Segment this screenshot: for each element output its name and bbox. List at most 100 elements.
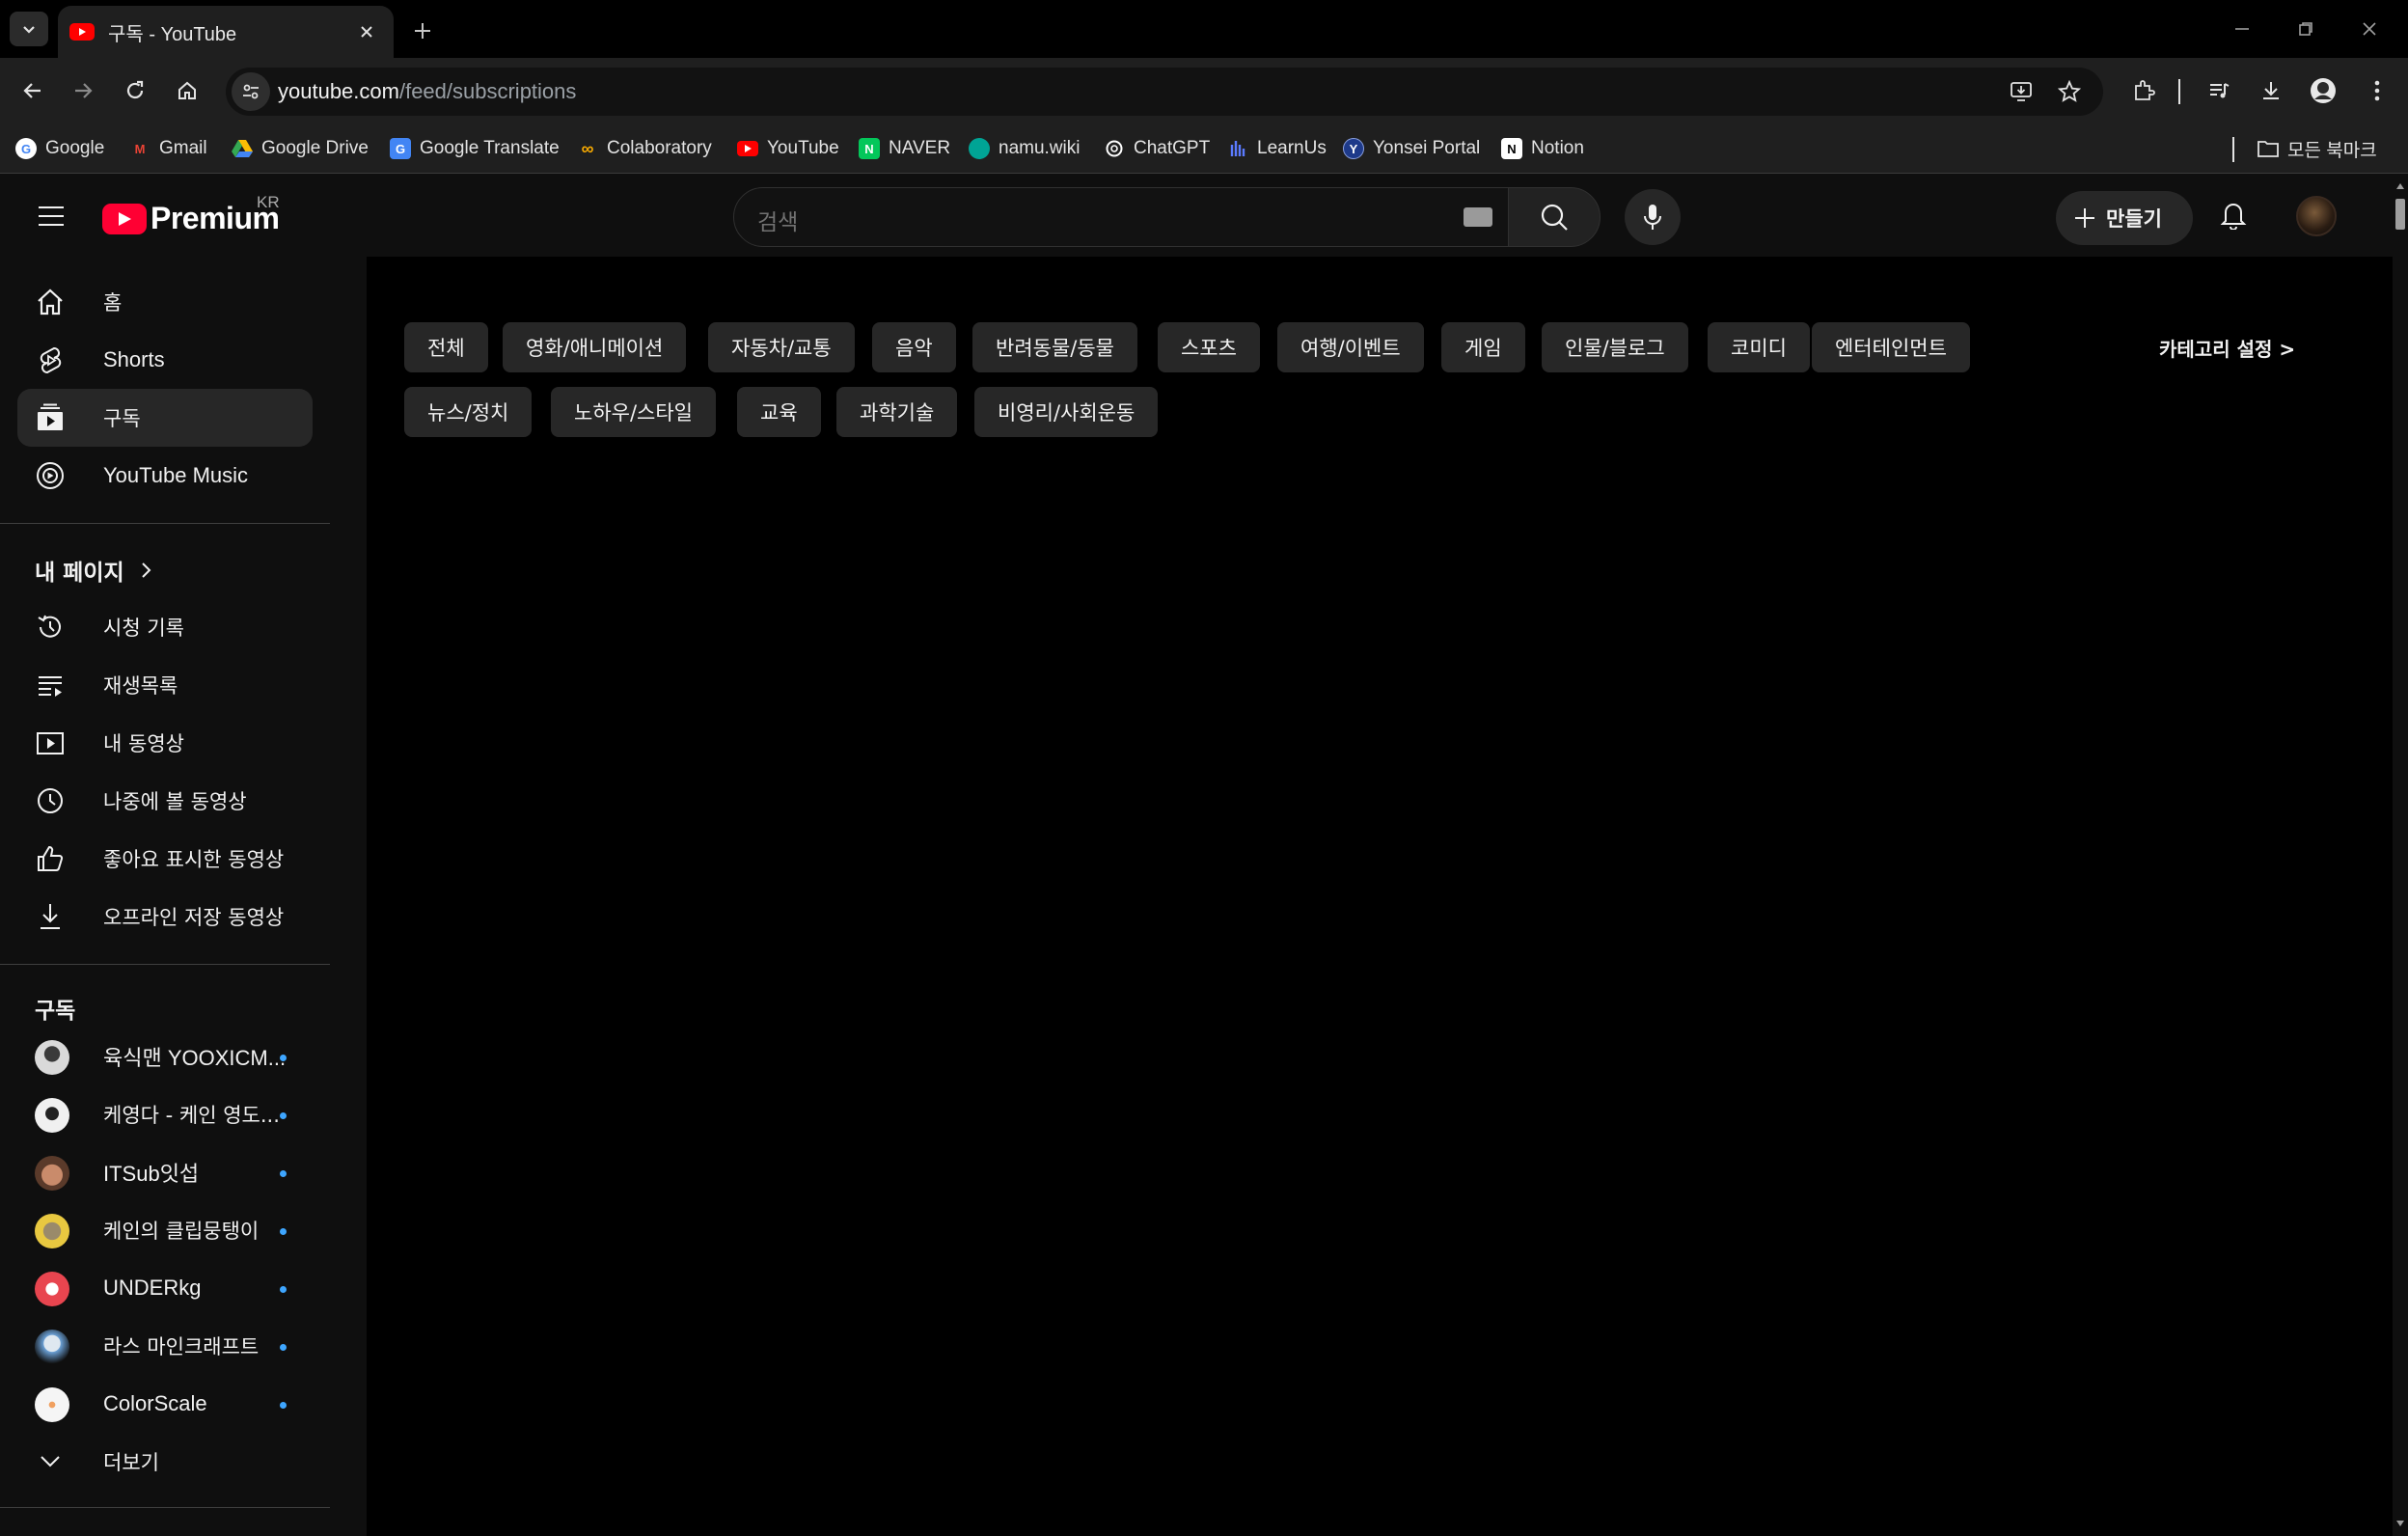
- new-content-dot: [280, 1055, 287, 1061]
- category-chip[interactable]: 여행/이벤트: [1277, 322, 1424, 372]
- sidebar-item-playlists[interactable]: 재생목록: [17, 656, 313, 714]
- bookmark-star-icon[interactable]: [2055, 77, 2084, 106]
- install-app-icon[interactable]: [2007, 77, 2036, 106]
- microphone-icon: [1644, 205, 1661, 230]
- home-icon[interactable]: [168, 71, 206, 110]
- search-button[interactable]: [1508, 187, 1601, 247]
- history-icon: [35, 613, 66, 642]
- media-control-icon[interactable]: [2200, 71, 2238, 110]
- sidebar-item-shorts[interactable]: Shorts: [17, 331, 313, 389]
- address-bar[interactable]: youtube.com/feed/subscriptions: [226, 68, 2103, 116]
- subscription-channel[interactable]: 케인의 클립뭉탱이: [17, 1201, 313, 1259]
- account-avatar[interactable]: [2296, 196, 2337, 236]
- category-chip[interactable]: 영화/애니메이션: [503, 322, 687, 372]
- scrollbar-thumb[interactable]: [2395, 199, 2405, 230]
- restore-icon[interactable]: [2277, 10, 2335, 48]
- sidebar-item-history[interactable]: 시청 기록: [17, 598, 313, 656]
- bookmark-youtube[interactable]: YouTube: [737, 133, 839, 164]
- subscription-channel[interactable]: 라스 마인크래프트: [17, 1317, 313, 1375]
- reload-icon[interactable]: [116, 71, 154, 110]
- category-chip[interactable]: 뉴스/정치: [404, 387, 533, 437]
- bookmark-learnus[interactable]: LearnUs: [1227, 133, 1327, 164]
- voice-search-button[interactable]: [1625, 189, 1681, 245]
- browser-tab-active[interactable]: 구독 - YouTube: [58, 6, 394, 58]
- sidebar-show-more[interactable]: 더보기: [17, 1433, 313, 1491]
- bookmark-chatgpt[interactable]: ChatGPT: [1104, 133, 1210, 164]
- category-chip[interactable]: 음악: [872, 322, 956, 372]
- bookmark-naver[interactable]: N NAVER: [859, 133, 950, 164]
- channel-name: 라스 마인크래프트: [103, 1335, 260, 1358]
- subscription-channel[interactable]: ITSub잇섭: [17, 1143, 313, 1201]
- sidebar-item-home[interactable]: 홈: [17, 273, 313, 331]
- chatgpt-icon: [1104, 138, 1125, 159]
- bookmark-yonsei-portal[interactable]: Y Yonsei Portal: [1343, 133, 1480, 164]
- sidebar-item-subscriptions[interactable]: 구독: [17, 389, 313, 447]
- tab-search-button[interactable]: [10, 12, 48, 46]
- category-chip[interactable]: 엔터테인먼트: [1812, 322, 1970, 372]
- guide-menu-icon[interactable]: [31, 196, 71, 236]
- subscription-channel[interactable]: 육식맨 YOOXICM...: [17, 1028, 313, 1085]
- sidebar-item-youtube-music[interactable]: YouTube Music: [17, 447, 313, 505]
- sidebar-you-heading[interactable]: 내 페이지: [35, 554, 151, 587]
- category-chip[interactable]: 노하우/스타일: [551, 387, 716, 437]
- category-chip[interactable]: 교육: [737, 387, 821, 437]
- profile-avatar-icon[interactable]: [2304, 71, 2342, 110]
- category-chip[interactable]: 전체: [404, 322, 488, 372]
- create-button[interactable]: 만들기: [2056, 191, 2193, 245]
- bookmark-colaboratory[interactable]: ∞ Colaboratory: [577, 133, 712, 164]
- shorts-icon: [35, 345, 66, 374]
- create-label: 만들기: [2106, 207, 2162, 231]
- gmail-icon: M: [134, 141, 146, 156]
- tab-close-icon[interactable]: [353, 18, 380, 45]
- search-input[interactable]: 검색: [733, 187, 1509, 247]
- bookmark-namuwiki[interactable]: namu.wiki: [969, 133, 1080, 164]
- scroll-down-arrow-icon[interactable]: [2395, 1519, 2405, 1528]
- back-arrow-icon[interactable]: [14, 71, 52, 110]
- yonsei-icon: Y: [1343, 138, 1364, 159]
- sidebar-item-liked-videos[interactable]: 좋아요 표시한 동영상: [17, 830, 313, 888]
- subscription-channel[interactable]: 케영다 - 케인 영도...: [17, 1085, 313, 1143]
- window-close-icon[interactable]: [2340, 10, 2398, 48]
- sidebar-item-label: YouTube Music: [103, 463, 249, 487]
- category-chip[interactable]: 인물/블로그: [1542, 322, 1688, 372]
- google-drive-icon: [232, 138, 253, 159]
- keyboard-icon[interactable]: [1464, 207, 1492, 227]
- category-chip[interactable]: 반려동물/동물: [972, 322, 1137, 372]
- forward-arrow-icon[interactable]: [64, 71, 102, 110]
- browser-menu-icon[interactable]: [2358, 71, 2396, 110]
- category-chip[interactable]: 자동차/교통: [708, 322, 855, 372]
- watch-later-icon: [35, 786, 66, 815]
- category-chip[interactable]: 게임: [1441, 322, 1525, 372]
- sidebar-item-watch-later[interactable]: 나중에 볼 동영상: [17, 772, 313, 830]
- plus-icon: [2075, 208, 2094, 228]
- bookmark-label: Google Drive: [261, 138, 369, 158]
- youtube-premium-logo[interactable]: Premium: [102, 201, 280, 236]
- subscription-channel[interactable]: ColorScale: [17, 1375, 313, 1433]
- subscription-channel[interactable]: UNDERkg: [17, 1259, 313, 1317]
- new-content-dot: [280, 1402, 287, 1409]
- bookmark-google-translate[interactable]: G Google Translate: [390, 133, 560, 164]
- google-icon: G: [15, 138, 37, 159]
- minimize-icon[interactable]: [2213, 10, 2271, 48]
- bookmark-label: Yonsei Portal: [1373, 138, 1481, 158]
- download-icon[interactable]: [2252, 71, 2290, 110]
- page-scrollbar[interactable]: [2393, 174, 2408, 1536]
- scroll-up-arrow-icon[interactable]: [2395, 181, 2405, 191]
- bookmark-google[interactable]: G Google: [15, 133, 104, 164]
- category-chip[interactable]: 비영리/사회운동: [974, 387, 1159, 437]
- extensions-icon[interactable]: [2124, 71, 2163, 110]
- new-tab-plus-icon[interactable]: [405, 14, 440, 48]
- category-settings-link[interactable]: 카테고리 설정 >: [2159, 334, 2295, 362]
- sidebar-item-downloads[interactable]: 오프라인 저장 동영상: [17, 888, 313, 946]
- bookmark-gmail[interactable]: M Gmail: [129, 133, 207, 164]
- category-chip[interactable]: 스포츠: [1158, 322, 1260, 372]
- all-bookmarks-button[interactable]: 모든 북마크: [2258, 133, 2377, 164]
- bookmark-notion[interactable]: N Notion: [1501, 133, 1584, 164]
- liked-videos-icon: [35, 844, 66, 873]
- category-chip[interactable]: 코미디: [1708, 322, 1810, 372]
- site-info-icon[interactable]: [232, 72, 270, 111]
- bookmark-google-drive[interactable]: Google Drive: [232, 133, 369, 164]
- category-chip[interactable]: 과학기술: [836, 387, 958, 437]
- sidebar-item-your-videos[interactable]: 내 동영상: [17, 714, 313, 772]
- notifications-bell-icon[interactable]: [2213, 195, 2254, 235]
